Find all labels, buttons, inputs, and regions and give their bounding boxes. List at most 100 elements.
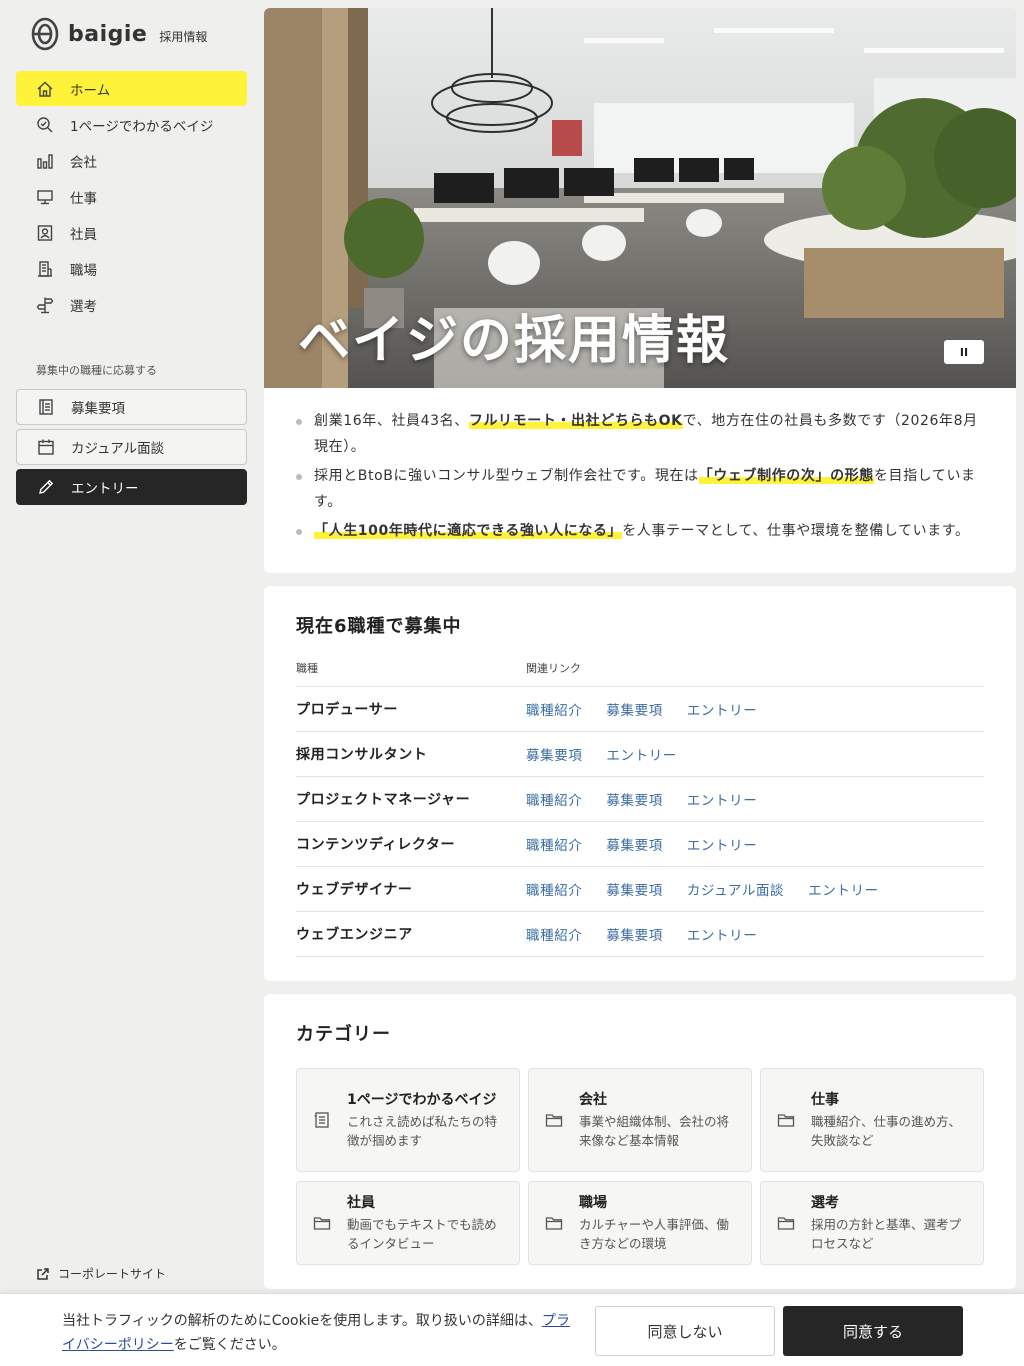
jobs-table-header: 職種 関連リンク [296,660,984,687]
table-row: プロジェクトマネージャー 職種紹介 募集要項 エントリー [296,777,984,822]
job-link[interactable]: 職種紹介 [526,699,582,719]
sidebar-item-home[interactable]: ホーム [16,71,247,106]
category-description: 職種紹介、仕事の進め方、失敗談など [811,1114,962,1148]
job-link[interactable]: エントリー [687,699,758,719]
hero-card: ベイジの採用情報 II 創業16年、社員43名、フルリモート・出社どちらもOKで… [264,8,1016,573]
home-icon [37,81,53,97]
brand-name: baigie [68,21,148,47]
casual-interview-button[interactable]: カジュアル面談 [16,429,247,465]
job-link[interactable]: 職種紹介 [526,834,582,854]
folder-icon [313,1217,331,1230]
jobs-table-body: プロデューサー 職種紹介 募集要項 エントリー 採用コンサルタント 募集要項 エントリー プロ… [296,687,984,957]
pencil-icon [39,479,54,494]
category-title: 職場 [579,1195,607,1211]
job-link[interactable]: エントリー [606,744,677,764]
category-card[interactable]: 職場 カルチャーや人事評価、働き方などの環境 [528,1181,752,1265]
hero-slideshow: ベイジの採用情報 II [264,8,1016,388]
categories-grid: 1ページでわかるベイジ これさえ読めば私たちの特徴が掴めます 会社 事業や組織体制、会… [296,1068,984,1265]
category-title: 仕事 [811,1092,839,1108]
sidebar-item-label: 仕事 [70,190,97,207]
folder-icon [777,1217,795,1230]
intro-list: 創業16年、社員43名、フルリモート・出社どちらもOKで、地方在住の社員も多数で… [264,388,1016,573]
col-role-header: 職種 [296,662,318,675]
pause-icon: II [959,345,969,359]
sidebar-item-label: 選考 [70,298,97,315]
category-card[interactable]: 仕事職種紹介、仕事の進め方、失敗談など [760,1068,984,1172]
job-role: プロデューサー [296,702,398,718]
building-icon [38,260,52,277]
job-links: 職種紹介 募集要項 エントリー [526,789,781,809]
job-link[interactable]: エントリー [687,924,758,944]
slideshow-pause-button[interactable]: II [944,340,984,364]
job-link[interactable]: エントリー [808,879,879,899]
cookie-banner: 当社トラフィックの解析のためにCookieを使用します。取り扱いの詳細は、プライ… [0,1293,1024,1366]
category-card[interactable]: 社員 動画でもテキストでも読めるインタビュー [296,1181,520,1265]
sidebar-item-workplace[interactable]: 職場 [16,251,247,286]
calendar-icon [38,439,54,455]
sidebar: baigie 採用情報 ホーム 1ページでわかるベイジ 会社 仕事 社員 職場 [0,0,264,1366]
job-link[interactable]: エントリー [687,789,758,809]
job-role: コンテンツディレクター [296,837,456,853]
bar-chart-icon [37,153,53,169]
corporate-site-link[interactable]: コーポレートサイト [36,1265,166,1282]
intro-item: 「人生100年時代に適応できる強い人になる」を人事テーマとして、仕事や環境を整備… [294,518,984,544]
open-positions-title: 現在6職種で募集中 [296,616,462,637]
cookie-text: をご覧ください。 [173,1337,286,1353]
job-role: 採用コンサルタント [296,747,428,763]
intro-text: 創業16年、社員43名、 [314,413,469,429]
main-content: ベイジの採用情報 II 創業16年、社員43名、フルリモート・出社どちらもOKで… [264,8,1016,1289]
category-text: 会社事業や組織体制、会社の将来像など基本情報 [579,1090,735,1150]
job-link[interactable]: 募集要項 [526,744,582,764]
sidebar-item-company[interactable]: 会社 [16,143,247,178]
table-row: ウェブデザイナー 職種紹介 募集要項 カジュアル面談 エントリー [296,867,984,912]
intro-highlight: フルリモート・出社どちらもOK [468,413,683,429]
brand[interactable]: baigie 採用情報 [30,14,207,54]
job-link[interactable]: カジュアル面談 [687,879,784,899]
main-nav: ホーム 1ページでわかるベイジ 会社 仕事 社員 職場 選考 [16,71,247,323]
requirements-button[interactable]: 募集要項 [16,389,247,425]
job-link[interactable]: 職種紹介 [526,924,582,944]
col-links-header: 関連リンク [526,662,581,675]
category-title: 会社 [579,1092,607,1108]
sidebar-item-label: 職場 [70,262,97,279]
job-links: 職種紹介 募集要項 エントリー [526,699,781,719]
categories-card: カテゴリー 1ページでわかるベイジ これさえ読めば私たちの特徴が掴めます 会社 事業や… [264,994,1016,1289]
category-card[interactable]: 1ページでわかるベイジ これさえ読めば私たちの特徴が掴めます [296,1068,520,1172]
folder-icon [545,1217,563,1230]
job-link[interactable]: エントリー [687,834,758,854]
intro-highlight: 「ウェブ制作の次」の形態 [698,468,874,484]
category-card[interactable]: 会社事業や組織体制、会社の将来像など基本情報 [528,1068,752,1172]
requirements-button-label: 募集要項 [71,401,125,417]
sidebar-item-work[interactable]: 仕事 [16,179,247,214]
job-link[interactable]: 職種紹介 [526,789,582,809]
sidebar-item-selection[interactable]: 選考 [16,287,247,322]
sidebar-item-about[interactable]: 1ページでわかるベイジ [16,107,247,142]
category-title: 社員 [347,1195,375,1211]
job-role: ウェブデザイナー [296,882,413,898]
job-link[interactable]: 募集要項 [606,834,662,854]
search-icon [37,116,53,132]
signpost-icon [36,297,54,313]
category-description: 事業や組織体制、会社の将来像など基本情報 [579,1114,730,1148]
open-positions-card: 現在6職種で募集中 職種 関連リンク プロデューサー 職種紹介 募集要項 エントリー採… [264,586,1016,981]
intro-item: 採用とBtoBに強いコンサル型ウェブ制作会社です。現在は「ウェブ制作の次」の形態… [294,463,984,515]
job-link[interactable]: 職種紹介 [526,879,582,899]
intro-item: 創業16年、社員43名、フルリモート・出社どちらもOKで、地方在住の社員も多数で… [294,408,984,460]
sidebar-item-label: ホーム [70,82,111,99]
job-link[interactable]: 募集要項 [606,924,662,944]
cookie-decline-button[interactable]: 同意しない [595,1306,775,1356]
entry-button[interactable]: エントリー [16,469,247,505]
job-link[interactable]: 募集要項 [606,789,662,809]
category-title: 選考 [811,1195,839,1211]
cookie-accept-button[interactable]: 同意する [783,1306,963,1356]
sidebar-item-label: 1ページでわかるベイジ [70,118,214,135]
category-description: 採用の方針と基準、選考プロセスなど [811,1217,962,1251]
job-link[interactable]: 募集要項 [606,699,662,719]
sidebar-item-members[interactable]: 社員 [16,215,247,250]
category-description: これさえ読めば私たちの特徴が掴めます [347,1114,498,1148]
job-link[interactable]: 募集要項 [606,879,662,899]
category-card[interactable]: 選考採用の方針と基準、選考プロセスなど [760,1181,984,1265]
external-link-icon [37,1267,49,1280]
document-icon [39,399,53,415]
casual-interview-button-label: カジュアル面談 [71,441,165,457]
